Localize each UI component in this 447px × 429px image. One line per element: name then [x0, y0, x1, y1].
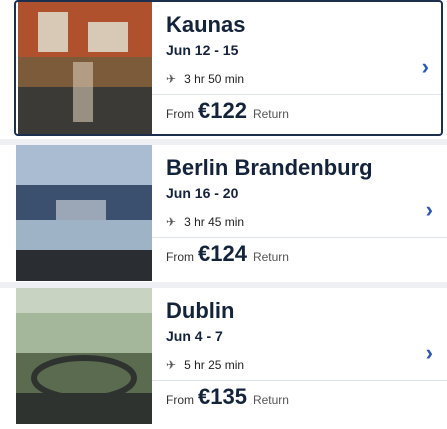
destination-image: [16, 288, 152, 424]
destination-image: [16, 145, 152, 281]
divider: [152, 237, 447, 238]
duration-text: 5 hr 25 min: [184, 358, 245, 372]
price-row: From €135 Return: [166, 384, 289, 410]
flight-duration: ✈ 5 hr 25 min: [166, 358, 244, 372]
plane-icon: ✈: [166, 215, 177, 229]
result-card-berlin[interactable]: Berlin Brandenburg Jun 16 - 20 ✈ 3 hr 45…: [0, 145, 447, 284]
duration-text: 3 hr 50 min: [184, 72, 245, 86]
chevron-right-icon[interactable]: ›: [426, 340, 433, 366]
price-amount: €124: [198, 241, 247, 266]
duration-text: 3 hr 45 min: [184, 215, 245, 229]
result-card-kaunas[interactable]: Kaunas Jun 12 - 15 ✈ 3 hr 50 min From €1…: [14, 0, 443, 136]
divider: [152, 94, 441, 95]
from-label: From: [166, 250, 194, 264]
flight-duration: ✈ 3 hr 45 min: [166, 215, 244, 229]
plane-icon: ✈: [166, 358, 177, 372]
result-card-dublin[interactable]: Dublin Jun 4 - 7 ✈ 5 hr 25 min From €135…: [0, 288, 447, 427]
price-amount: €135: [198, 384, 247, 409]
return-label: Return: [252, 250, 289, 264]
from-label: From: [166, 107, 194, 121]
price-row: From €124 Return: [166, 241, 289, 267]
destination-image: [18, 2, 152, 134]
from-label: From: [166, 393, 194, 407]
price-row: From €122 Return: [166, 98, 289, 124]
divider: [152, 380, 447, 381]
destination-city: Kaunas: [166, 12, 246, 37]
plane-icon: ✈: [166, 72, 177, 86]
flight-duration: ✈ 3 hr 50 min: [166, 72, 244, 86]
chevron-right-icon[interactable]: ›: [426, 197, 433, 223]
chevron-right-icon[interactable]: ›: [422, 54, 429, 80]
travel-dates: Jun 16 - 20: [166, 185, 239, 201]
return-label: Return: [252, 393, 289, 407]
destination-city: Berlin Brandenburg: [166, 155, 373, 180]
destination-city: Dublin: [166, 298, 235, 323]
travel-dates: Jun 4 - 7: [166, 328, 223, 344]
price-amount: €122: [198, 98, 247, 123]
return-label: Return: [252, 107, 289, 121]
travel-dates: Jun 12 - 15: [166, 42, 239, 58]
